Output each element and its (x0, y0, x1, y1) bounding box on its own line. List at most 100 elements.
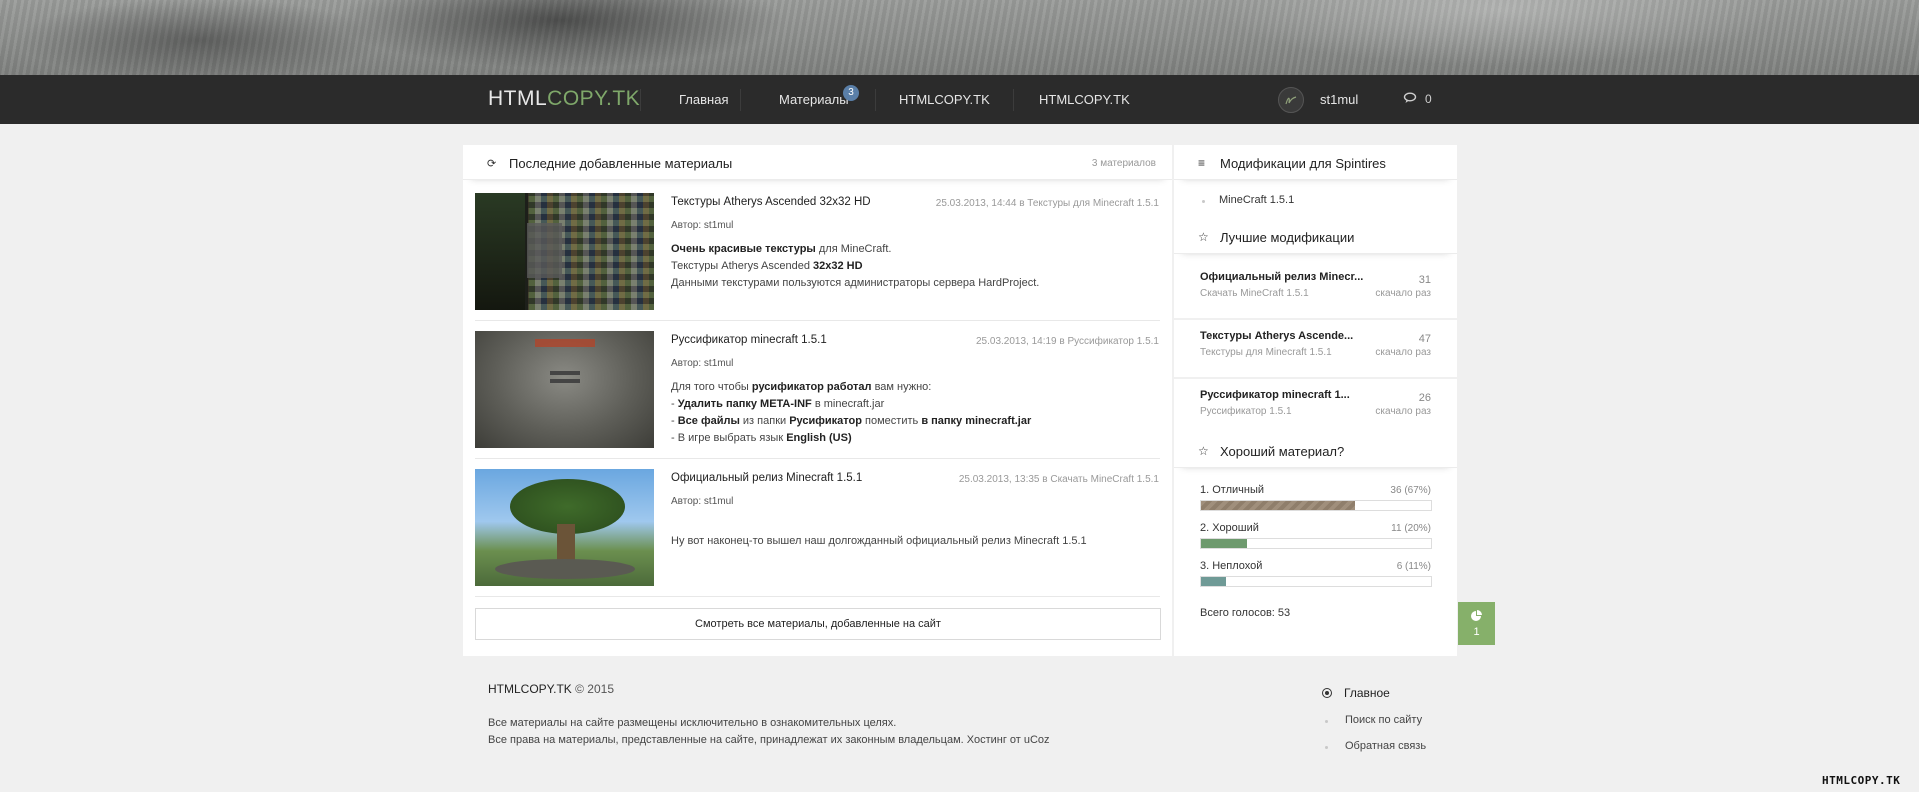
mods-section-header: ≡ Модификации для Spintires (1174, 145, 1457, 180)
nav-divider (640, 89, 641, 111)
top-material-title[interactable]: Официальный релиз Minecr... (1200, 271, 1370, 283)
download-unit: скачало раз (1375, 288, 1431, 299)
best-section-title: Лучшие модификации (1220, 230, 1355, 245)
materials-count-badge: 3 (843, 85, 859, 101)
star-icon: ☆ (1198, 230, 1209, 244)
footer-brand: HTMLCOPY.TK © 2015 (488, 682, 614, 696)
top-material-item[interactable]: Руссификатор minecraft 1... Руссификатор… (1200, 389, 1431, 425)
logo-text-accent: COPY.TK (547, 87, 641, 110)
material-meta: 25.03.2013, 14:44 в Текстуры для Minecra… (935, 198, 1159, 209)
material-thumbnail[interactable] (475, 469, 654, 586)
download-unit: скачало раз (1375, 347, 1431, 358)
view-all-materials-button[interactable]: Смотреть все материалы, добавленные на с… (475, 608, 1161, 640)
material-description: Ну вот наконец-то вышел наш долгожданный… (671, 535, 1087, 547)
materials-count: 3 материалов (1091, 158, 1156, 169)
top-material-item[interactable]: Официальный релиз Minecr... Скачать Mine… (1200, 271, 1431, 307)
refresh-icon: ⟳ (487, 158, 497, 170)
footer-link-feedback[interactable]: Обратная связь (1345, 740, 1426, 752)
poll-progress-bar (1200, 538, 1432, 549)
floating-chart-button[interactable]: 1 (1458, 602, 1495, 645)
header-banner-image (0, 0, 1919, 75)
top-material-title[interactable]: Текстуры Atherys Ascende... (1200, 330, 1370, 342)
sidebar-panel: ≡ Модификации для Spintires MineCraft 1.… (1174, 145, 1457, 656)
poll-option-label: 2. Хороший (1200, 522, 1259, 534)
target-icon (1322, 688, 1332, 698)
poll-progress-fill (1201, 577, 1227, 586)
latest-materials-panel: ⟳ Последние добавленные материалы 3 мате… (463, 145, 1172, 656)
floating-count: 1 (1473, 626, 1480, 638)
top-material-category: Руссификатор 1.5.1 (1200, 406, 1292, 417)
nav-item-home[interactable]: Главная (679, 92, 728, 107)
top-material-item[interactable]: Текстуры Atherys Ascende... Текстуры для… (1200, 330, 1431, 366)
poll-progress-bar (1200, 576, 1432, 587)
footer-copyright: © 2015 (571, 682, 615, 696)
mods-link-minecraft[interactable]: MineCraft 1.5.1 (1219, 194, 1294, 206)
footer-link-search[interactable]: Поиск по сайту (1345, 714, 1422, 726)
list-icon: ≡ (1198, 156, 1206, 170)
poll-total-votes: Всего голосов: 53 (1200, 607, 1291, 619)
material-description: Для того чтобы русификатор работал вам н… (671, 381, 1032, 444)
best-section-header: ☆ Лучшие модификации (1174, 219, 1457, 254)
pie-chart-icon (1471, 610, 1482, 621)
material-title[interactable]: Руссификатор minecraft 1.5.1 (671, 334, 827, 346)
footer-rights: Все права на материалы, представленные н… (488, 734, 1050, 746)
top-navbar: HTMLCOPY.TK Главная Материалы 3 HTMLCOPY… (0, 75, 1919, 124)
poll-progress-fill (1201, 501, 1356, 510)
material-item: Текстуры Atherys Ascended 32x32 HD 25.03… (475, 193, 1162, 311)
poll-option-value: 36 (67%) (1390, 485, 1431, 496)
material-item: Официальный релиз Minecraft 1.5.1 25.03.… (475, 469, 1162, 587)
user-avatar[interactable] (1278, 87, 1304, 113)
nav-item-htmlcopy-1[interactable]: HTMLCOPY.TK (899, 92, 990, 107)
material-author: Автор: st1mul (671, 496, 734, 507)
divider (1174, 377, 1457, 379)
nav-item-htmlcopy-2[interactable]: HTMLCOPY.TK (1039, 92, 1130, 107)
item-divider (475, 458, 1160, 459)
download-unit: скачало раз (1375, 406, 1431, 417)
material-title[interactable]: Текстуры Atherys Ascended 32x32 HD (671, 196, 871, 208)
poll-section-header: ☆ Хороший материал? (1174, 433, 1457, 468)
poll-title: Хороший материал? (1220, 444, 1345, 459)
poll-option-value: 11 (20%) (1391, 523, 1431, 534)
material-description: Очень красивые текстуры для MineCraft. Т… (671, 243, 1040, 289)
site-logo[interactable]: HTMLCOPY.TK (488, 87, 640, 111)
logo-text-main: HTML (488, 87, 548, 110)
bullet-icon (1202, 200, 1205, 203)
footer-disclaimer: Все материалы на сайте размещены исключи… (488, 717, 897, 729)
username-link[interactable]: st1mul (1320, 92, 1358, 107)
panel-title: Последние добавленные материалы (509, 156, 733, 171)
material-meta: 25.03.2013, 14:19 в Руссификатор 1.5.1 (975, 336, 1159, 347)
messages-count[interactable]: 0 (1425, 92, 1432, 106)
download-count: 47 (1418, 333, 1431, 345)
material-author: Автор: st1mul (671, 358, 734, 369)
mods-section-title: Модификации для Spintires (1220, 156, 1386, 171)
bullet-icon (1325, 720, 1328, 723)
signature-icon (1285, 96, 1297, 105)
item-divider (475, 596, 1160, 597)
top-material-title[interactable]: Руссификатор minecraft 1... (1200, 389, 1370, 401)
divider (1174, 318, 1457, 320)
top-material-category: Скачать MineCraft 1.5.1 (1200, 288, 1309, 299)
download-count: 26 (1418, 392, 1431, 404)
material-meta: 25.03.2013, 13:35 в Скачать MineCraft 1.… (958, 474, 1159, 485)
nav-item-materials[interactable]: Материалы (779, 92, 849, 107)
material-author: Автор: st1mul (671, 220, 734, 231)
poll-option-label: 1. Отличный (1200, 484, 1265, 496)
footer-brand-name: HTMLCOPY.TK (488, 682, 572, 696)
material-thumbnail[interactable] (475, 193, 654, 310)
poll-progress-bar (1200, 500, 1432, 511)
footer-menu-title: Главное (1344, 686, 1390, 700)
material-thumbnail[interactable] (475, 331, 654, 448)
material-item: Руссификатор minecraft 1.5.1 25.03.2013,… (475, 331, 1162, 449)
nav-divider (875, 89, 876, 111)
messages-icon[interactable] (1403, 92, 1417, 104)
poll-option-value: 6 (11%) (1396, 561, 1431, 572)
panel-header: ⟳ Последние добавленные материалы 3 мате… (463, 145, 1172, 180)
nav-divider (740, 89, 741, 111)
poll-option-label: 3. Неплохой (1200, 560, 1263, 572)
material-title[interactable]: Официальный релиз Minecraft 1.5.1 (671, 472, 862, 484)
bullet-icon (1325, 746, 1328, 749)
poll-progress-fill (1201, 539, 1247, 548)
item-divider (475, 320, 1160, 321)
top-material-category: Текстуры для Minecraft 1.5.1 (1200, 347, 1332, 358)
star-icon: ☆ (1198, 444, 1209, 458)
